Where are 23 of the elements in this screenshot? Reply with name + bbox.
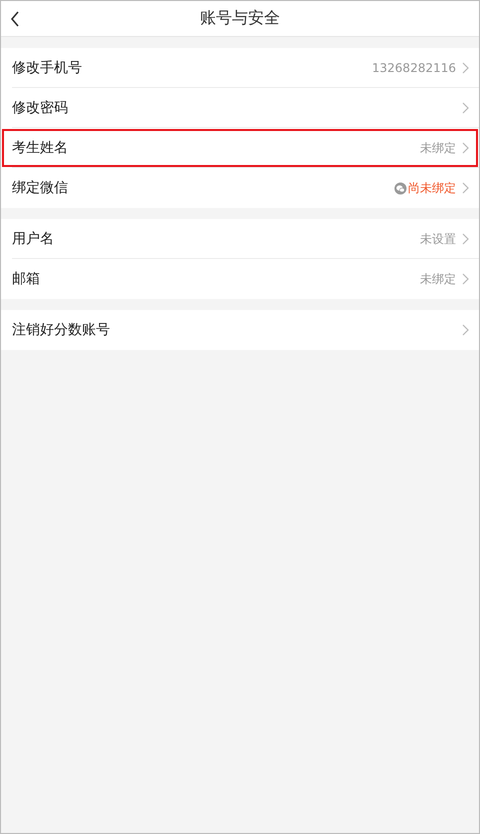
row-value: 未绑定 <box>420 140 456 156</box>
chevron-right-icon <box>462 62 469 74</box>
row-label: 用户名 <box>12 230 55 248</box>
row-label: 考生姓名 <box>12 139 69 157</box>
chevron-right-icon <box>462 182 469 194</box>
row-value: 未绑定 <box>420 270 456 288</box>
row-value: 未设置 <box>420 230 456 248</box>
chevron-right-icon <box>462 324 469 336</box>
row-label: 修改密码 <box>12 99 69 117</box>
row-label: 注销好分数账号 <box>12 321 111 339</box>
chevron-right-icon <box>462 233 469 245</box>
row-label: 修改手机号 <box>12 59 83 77</box>
settings-row[interactable]: 考生姓名 未绑定 <box>1 128 479 168</box>
chevron-right-icon <box>462 142 469 154</box>
chevron-right-icon <box>462 102 469 114</box>
row-label: 绑定微信 <box>12 179 69 197</box>
chevron-right-icon <box>462 273 469 285</box>
row-value: 13268282116 <box>372 61 456 75</box>
back-button[interactable] <box>9 10 21 28</box>
page-title: 账号与安全 <box>200 8 280 29</box>
row-value: 尚未绑定 <box>408 180 456 196</box>
row-label: 邮箱 <box>12 270 41 288</box>
chat-bubble-icon <box>394 182 407 194</box>
